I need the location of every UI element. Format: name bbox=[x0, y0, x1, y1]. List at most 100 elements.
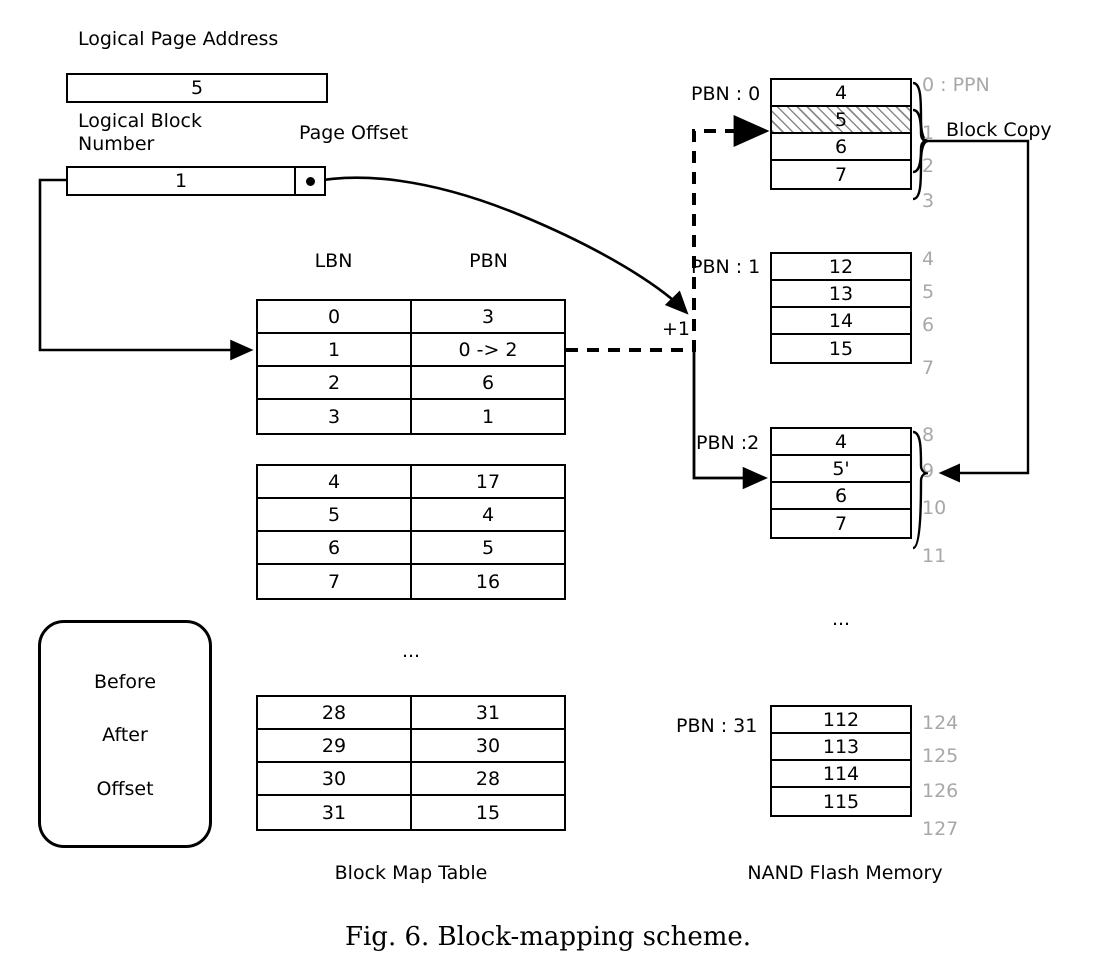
table-cell-pbn: 16 bbox=[475, 570, 501, 593]
plus-one-label: +1 bbox=[662, 318, 691, 340]
nand-page[interactable]: 112 bbox=[772, 707, 910, 734]
ppn-legend-label: 0 : PPN bbox=[922, 74, 990, 96]
table-cell-pbn: 15 bbox=[475, 801, 501, 824]
table-row[interactable]: 7 16 bbox=[258, 565, 564, 598]
nand-page[interactable]: 13 bbox=[772, 281, 910, 308]
after-solid-arrow bbox=[692, 352, 768, 490]
ppn-label: 2 bbox=[922, 155, 935, 177]
nand-block-label-31: PBN : 31 bbox=[676, 715, 758, 737]
logical-block-number-label: Logical Block Number bbox=[78, 110, 203, 155]
nand-page[interactable]: 4 bbox=[772, 429, 910, 456]
nand-page[interactable]: 6 bbox=[772, 483, 910, 510]
table-row[interactable]: 2 6 bbox=[258, 367, 564, 400]
table-row[interactable]: 30 28 bbox=[258, 763, 564, 796]
table-row[interactable]: 3 1 bbox=[258, 400, 564, 433]
table-cell-lbn: 7 bbox=[258, 565, 412, 598]
block-map-table-group-0[interactable]: 0 3 1 0 -> 2 2 6 3 1 bbox=[256, 299, 566, 435]
nand-page[interactable]: 14 bbox=[772, 308, 910, 335]
lbn-column-header: LBN bbox=[314, 250, 353, 272]
block-copy-label: Block Copy bbox=[946, 119, 1052, 141]
ppn-label: 3 bbox=[922, 190, 935, 212]
block-copy-brace-dest bbox=[912, 430, 929, 550]
nand-page[interactable]: 12 bbox=[772, 254, 910, 281]
logical-page-address-box[interactable]: 5 bbox=[66, 73, 328, 103]
legend-label-offset: Offset bbox=[96, 778, 154, 800]
table-cell-lbn: 30 bbox=[258, 763, 412, 794]
ppn-label: 125 bbox=[922, 745, 959, 767]
table-cell-lbn: 2 bbox=[258, 367, 412, 398]
ppn-label: 5 bbox=[922, 281, 935, 303]
ppn-label: 8 bbox=[922, 424, 935, 446]
ppn-label: 7 bbox=[922, 357, 935, 379]
table-cell-lbn: 0 bbox=[258, 301, 412, 332]
table-row[interactable]: 5 4 bbox=[258, 499, 564, 532]
table-row[interactable]: 1 0 -> 2 bbox=[258, 334, 564, 367]
ppn-label: 6 bbox=[922, 314, 935, 336]
table-cell-pbn: 4 bbox=[481, 503, 495, 526]
table-cell-lbn: 3 bbox=[258, 400, 412, 433]
nand-page[interactable]: 4 bbox=[772, 80, 910, 107]
block-map-table-caption: Block Map Table bbox=[334, 862, 488, 884]
page-offset-curve-arrow bbox=[310, 176, 689, 315]
table-cell-lbn: 5 bbox=[258, 499, 412, 530]
table-cell-pbn: 28 bbox=[475, 767, 501, 790]
table-cell-lbn: 4 bbox=[258, 466, 412, 497]
nand-block-label-0: PBN : 0 bbox=[691, 83, 761, 105]
ppn-label: 127 bbox=[922, 818, 959, 840]
table-cell-lbn: 1 bbox=[258, 334, 412, 365]
nand-page[interactable]: 115 bbox=[772, 788, 910, 815]
nand-page-hatched[interactable]: 5 bbox=[772, 107, 910, 134]
legend-label-after: After bbox=[102, 724, 148, 746]
nand-page[interactable]: 7 bbox=[772, 161, 910, 188]
nand-page[interactable]: 5' bbox=[772, 456, 910, 483]
nand-ellipsis: ... bbox=[831, 608, 851, 630]
logical-page-address-label: Logical Page Address bbox=[78, 28, 279, 50]
table-cell-pbn: 0 -> 2 bbox=[458, 338, 518, 361]
table-row[interactable]: 29 30 bbox=[258, 730, 564, 763]
table-row[interactable]: 4 17 bbox=[258, 466, 564, 499]
ppn-label: 1 bbox=[922, 122, 935, 144]
nand-block-0[interactable]: 4 5 6 7 bbox=[770, 78, 912, 190]
figure-caption: Fig. 6. Block-mapping scheme. bbox=[344, 922, 752, 952]
table-cell-lbn: 6 bbox=[258, 532, 412, 563]
nand-page[interactable]: 114 bbox=[772, 761, 910, 788]
ppn-label: 11 bbox=[922, 545, 947, 567]
lbn-to-table-arrow bbox=[38, 178, 254, 361]
table-row[interactable]: 0 3 bbox=[258, 301, 564, 334]
legend-box: Before After Offset bbox=[38, 620, 212, 848]
table-row[interactable]: 28 31 bbox=[258, 697, 564, 730]
table-cell-pbn: 1 bbox=[481, 405, 495, 428]
block-map-table-ellipsis: ... bbox=[401, 640, 421, 662]
table-cell-lbn: 31 bbox=[258, 796, 412, 829]
table-cell-pbn: 31 bbox=[475, 701, 501, 724]
logical-page-address-value: 5 bbox=[190, 77, 204, 99]
page-offset-box[interactable] bbox=[294, 166, 326, 196]
table-cell-lbn: 29 bbox=[258, 730, 412, 761]
logical-block-number-box[interactable]: 1 bbox=[66, 166, 296, 196]
ppn-label: 9 bbox=[922, 460, 935, 482]
table-cell-lbn: 28 bbox=[258, 697, 412, 728]
nand-block-1[interactable]: 12 13 14 15 bbox=[770, 252, 912, 364]
block-map-table-group-2[interactable]: 28 31 29 30 30 28 31 15 bbox=[256, 695, 566, 831]
block-copy-route bbox=[928, 139, 1030, 483]
ppn-label: 124 bbox=[922, 712, 959, 734]
table-cell-pbn: 30 bbox=[475, 734, 501, 757]
table-cell-pbn: 3 bbox=[481, 305, 495, 328]
nand-page[interactable]: 15 bbox=[772, 335, 910, 362]
legend-label-before: Before bbox=[93, 671, 157, 693]
page-offset-label: Page Offset bbox=[299, 122, 409, 144]
nand-block-31[interactable]: 112 113 114 115 bbox=[770, 705, 912, 817]
logical-block-number-value: 1 bbox=[174, 170, 188, 192]
block-map-table-group-1[interactable]: 4 17 5 4 6 5 7 16 bbox=[256, 464, 566, 600]
nand-page[interactable]: 6 bbox=[772, 134, 910, 161]
table-row[interactable]: 31 15 bbox=[258, 796, 564, 829]
nand-block-label-2: PBN :2 bbox=[696, 432, 760, 454]
page-offset-dot bbox=[305, 176, 315, 186]
nand-page[interactable]: 7 bbox=[772, 510, 910, 537]
table-row[interactable]: 6 5 bbox=[258, 532, 564, 565]
pbn-column-header: PBN bbox=[469, 250, 508, 272]
table-cell-pbn: 17 bbox=[475, 470, 501, 493]
table-cell-pbn: 5 bbox=[481, 536, 495, 559]
nand-block-2[interactable]: 4 5' 6 7 bbox=[770, 427, 912, 539]
nand-page[interactable]: 113 bbox=[772, 734, 910, 761]
